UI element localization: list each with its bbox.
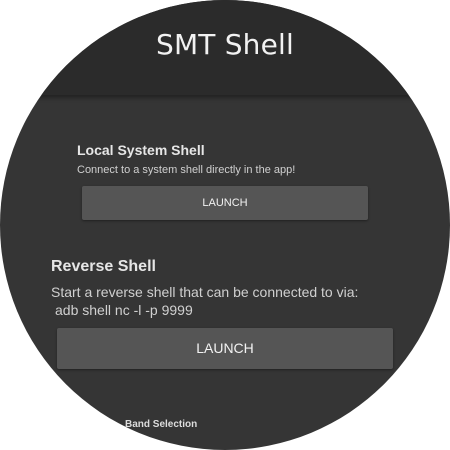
local-shell-title: Local System Shell	[77, 142, 205, 158]
local-shell-launch-button[interactable]: LAUNCH	[82, 186, 368, 220]
watch-screen: SMT Shell Local System Shell Connect to …	[0, 0, 450, 450]
main-content[interactable]: Local System Shell Connect to a system s…	[0, 95, 450, 450]
app-title: SMT Shell	[155, 28, 295, 61]
reverse-shell-launch-button[interactable]: LAUNCH	[57, 328, 393, 369]
reverse-shell-command: adb shell nc -l -p 9999	[55, 302, 193, 318]
reverse-shell-title: Reverse Shell	[51, 258, 156, 275]
band-selection-label: Band Selection	[125, 419, 198, 430]
reverse-shell-description: Start a reverse shell that can be connec…	[51, 284, 359, 300]
app-title-bar: SMT Shell	[0, 0, 450, 95]
local-shell-description: Connect to a system shell directly in th…	[77, 164, 296, 176]
